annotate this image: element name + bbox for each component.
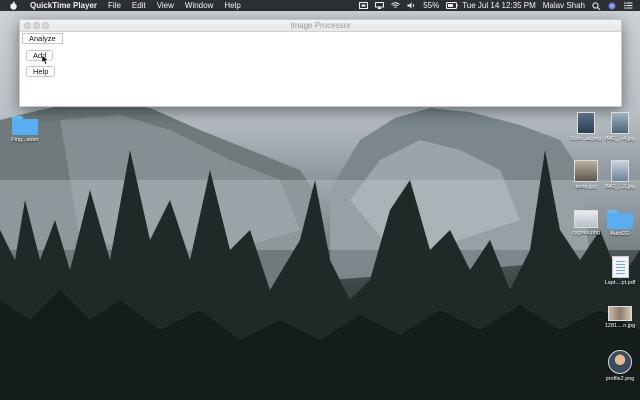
- image-thumbnail-icon: [608, 306, 632, 321]
- image-thumbnail-icon: [577, 112, 595, 134]
- desktop-icon-label: 1281....n.jpg: [604, 323, 636, 329]
- mouse-cursor-icon: [42, 55, 50, 65]
- desktop-icon-label: Lapt....pt.pdf: [604, 280, 636, 286]
- image-thumbnail-icon: [611, 160, 629, 182]
- notification-center-icon[interactable]: [624, 2, 633, 9]
- volume-icon[interactable]: [407, 2, 416, 9]
- menu-edit[interactable]: Edit: [132, 1, 146, 10]
- menu-bar: QuickTime Player File Edit View Window H…: [0, 0, 640, 11]
- clock-datetime[interactable]: Tue Jul 14 12:35 PM: [462, 1, 536, 10]
- image-thumbnail-icon: [574, 160, 598, 182]
- desktop-icon-img2[interactable]: IMG_...2.jpg: [600, 160, 640, 190]
- desktop-icon-label: IMG_...4.jpg: [605, 136, 635, 142]
- desktop-icon-1281[interactable]: 1281....n.jpg: [600, 306, 640, 329]
- desktop-icon-label: temp.jpg: [575, 184, 597, 190]
- window-titlebar[interactable]: Image Processor: [20, 20, 621, 32]
- folder-icon: [12, 116, 38, 135]
- apple-menu-icon[interactable]: [9, 1, 18, 10]
- pdf-document-icon: [611, 256, 629, 278]
- image-thumbnail-icon: [611, 112, 629, 134]
- siri-icon[interactable]: [608, 2, 617, 10]
- spotlight-search-icon[interactable]: [592, 2, 601, 11]
- menu-app-name[interactable]: QuickTime Player: [30, 1, 97, 10]
- desktop-icon-label: Fing...aster: [11, 137, 39, 143]
- battery-icon[interactable]: [446, 2, 458, 9]
- menu-help[interactable]: Help: [224, 1, 240, 10]
- menu-file[interactable]: File: [108, 1, 121, 10]
- user-name[interactable]: Malav Shah: [543, 1, 585, 10]
- window-title: Image Processor: [290, 21, 351, 30]
- image-processor-window: Image Processor Analyze Add Help: [19, 19, 622, 107]
- desktop-icon-label: cygnus.png: [571, 230, 601, 236]
- menu-view[interactable]: View: [157, 1, 174, 10]
- desktop-icon-autodd[interactable]: AutoDD: [600, 210, 640, 237]
- menu-window[interactable]: Window: [185, 1, 213, 10]
- analyze-button[interactable]: Analyze: [22, 33, 63, 44]
- battery-percent[interactable]: 55%: [423, 1, 439, 10]
- desktop-icon-profile2[interactable]: profile2.png: [600, 350, 640, 382]
- desktop-icon-label: profile2.png: [605, 376, 635, 382]
- desktop-icon-fingermaster[interactable]: Fing...aster: [5, 116, 45, 143]
- desktop-icon-label: IMG_...2.jpg: [605, 184, 635, 190]
- image-thumbnail-icon: [608, 350, 632, 374]
- screen-record-icon[interactable]: [359, 2, 369, 9]
- airplay-icon[interactable]: [375, 2, 385, 9]
- desktop-icon-label: Scre...at.png: [570, 136, 602, 142]
- desktop-icon-laptop-pdf[interactable]: Lapt....pt.pdf: [600, 256, 640, 286]
- desktop-icon-img4[interactable]: IMG_...4.jpg: [600, 112, 640, 142]
- help-button[interactable]: Help: [26, 66, 56, 77]
- desktop-icon-label: AutoDD: [610, 231, 630, 237]
- folder-icon: [607, 210, 633, 229]
- wifi-icon[interactable]: [391, 2, 400, 9]
- status-area: 55% Tue Jul 14 12:35 PM Malav Shah: [359, 0, 640, 11]
- image-thumbnail-icon: [574, 210, 598, 228]
